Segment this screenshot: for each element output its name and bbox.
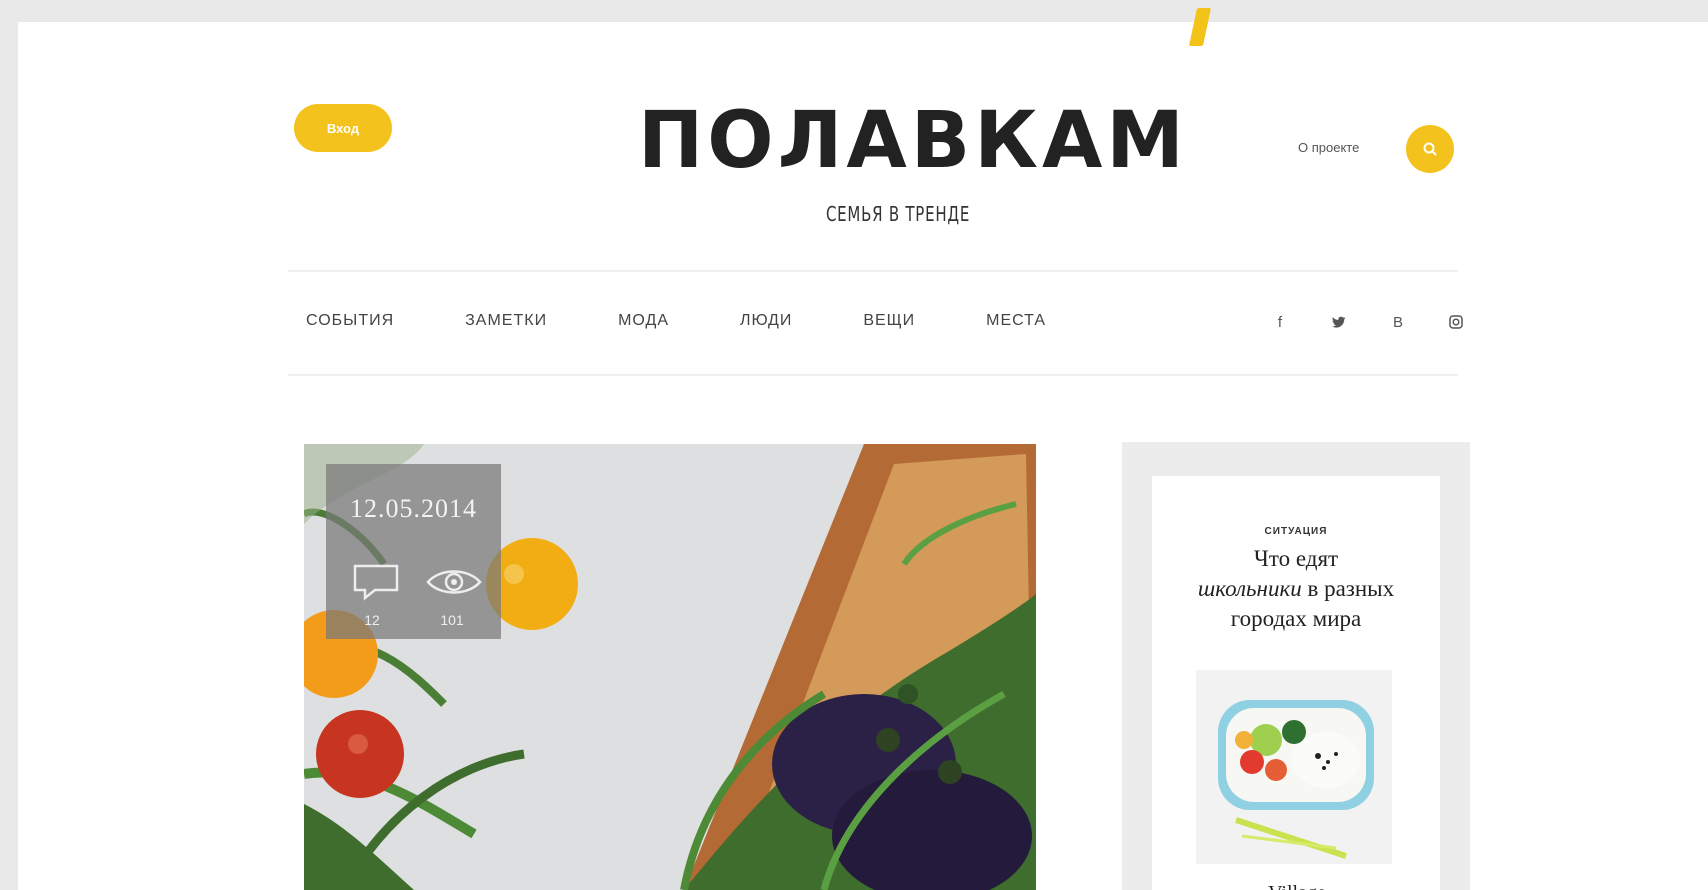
- comments-count: 12: [364, 612, 380, 628]
- post-meta-overlay: 12.05.2014 12 101: [326, 464, 501, 639]
- nav-item-notes[interactable]: ЗАМЕТКИ: [465, 312, 547, 330]
- nav-item-places[interactable]: МЕСТА: [986, 312, 1046, 330]
- search-icon: [1423, 142, 1437, 156]
- sidebar-article-card[interactable]: СИТУАЦИЯ Что едят школьники в разных гор…: [1152, 476, 1440, 890]
- card-source-logo: Village: [1252, 882, 1342, 890]
- twitter-bird-icon: [1332, 316, 1346, 328]
- card-title-italic: школьники: [1197, 576, 1302, 601]
- main-nav: СОБЫТИЯ ЗАМЕТКИ МОДА ЛЮДИ ВЕЩИ МЕСТА: [306, 306, 1117, 336]
- nav-item-events[interactable]: СОБЫТИЯ: [306, 312, 394, 330]
- card-title-line1: Что едят: [1253, 546, 1339, 571]
- nav-bottom-divider: [288, 374, 1458, 376]
- instagram-glyph-icon: [1449, 315, 1463, 329]
- login-button-label: Вход: [326, 120, 360, 136]
- nav-item-people[interactable]: ЛЮДИ: [740, 312, 792, 330]
- search-button[interactable]: [1406, 125, 1454, 173]
- card-kicker: СИТУАЦИЯ: [1264, 526, 1328, 537]
- nav-item-fashion[interactable]: МОДА: [618, 312, 669, 330]
- hero-image[interactable]: 12.05.2014 12 101: [304, 444, 1036, 890]
- post-date: 12.05.2014: [350, 494, 477, 523]
- views-icon[interactable]: [424, 562, 484, 607]
- lunchbox-illustration: [1196, 670, 1392, 864]
- site-tagline: СЕМЬЯ В ТРЕНДЕ: [825, 202, 971, 226]
- about-project-link[interactable]: О проекте: [1298, 140, 1359, 155]
- nav-item-things[interactable]: ВЕЩИ: [863, 312, 915, 330]
- site-logo[interactable]: ПОЛАВКАМ: [638, 96, 1184, 186]
- nav-top-divider: [288, 270, 1458, 272]
- page: Вход ПОЛАВКАМ СЕМЬЯ В ТРЕНДЕ О проекте С…: [18, 22, 1708, 890]
- facebook-icon[interactable]: f: [1266, 308, 1294, 336]
- comments-icon[interactable]: [346, 562, 406, 607]
- twitter-icon[interactable]: [1325, 308, 1353, 336]
- card-title[interactable]: Что едят школьники в разных городах мира: [1166, 544, 1426, 634]
- login-button[interactable]: Вход: [294, 104, 392, 152]
- views-count: 101: [440, 612, 464, 628]
- card-image[interactable]: [1196, 670, 1392, 864]
- instagram-icon[interactable]: [1442, 308, 1470, 336]
- vk-icon[interactable]: B: [1384, 308, 1412, 336]
